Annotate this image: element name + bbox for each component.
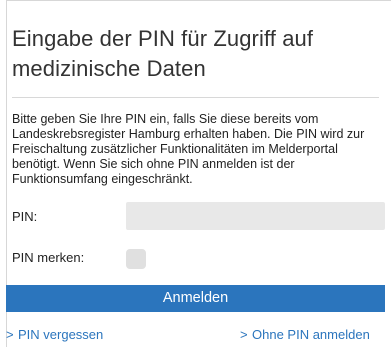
pin-label: PIN:: [12, 209, 38, 224]
remember-pin-checkbox[interactable]: [126, 249, 146, 269]
dialog-title: Eingabe der PIN für Zugriff auf medizini…: [12, 26, 314, 81]
remember-pin-label: PIN merken:: [12, 250, 85, 265]
login-button[interactable]: Anmelden: [6, 285, 385, 312]
login-without-pin-label: Ohne PIN anmelden: [252, 327, 370, 342]
pin-input[interactable]: [126, 202, 385, 230]
chevron-right-icon: >: [6, 327, 14, 342]
dialog-description: Bitte geben Sie Ihre PIN ein, falls Sie …: [12, 112, 365, 186]
login-without-pin-link[interactable]: > Ohne PIN anmelden: [240, 327, 370, 342]
title-divider: [12, 97, 379, 98]
forgot-pin-link[interactable]: > PIN vergessen: [6, 327, 103, 342]
forgot-pin-label: PIN vergessen: [18, 327, 104, 342]
chevron-right-icon: >: [240, 327, 248, 342]
